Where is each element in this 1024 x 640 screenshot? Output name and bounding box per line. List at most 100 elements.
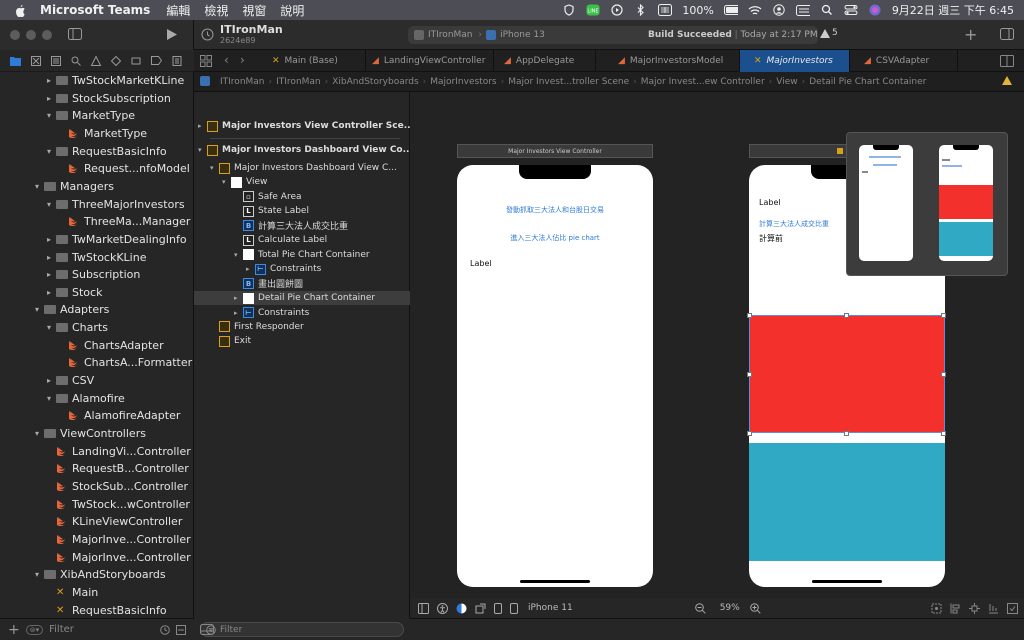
control-center-icon[interactable]: [844, 4, 858, 16]
outline-item[interactable]: L State Label: [234, 204, 309, 218]
related-items-icon[interactable]: [200, 55, 212, 67]
file-item[interactable]: KLineViewController: [44, 513, 182, 530]
outline-item[interactable]: L Calculate Label: [234, 233, 327, 247]
zoom-in-icon[interactable]: [749, 602, 761, 614]
jump-bar-segment[interactable]: Major Invest...troller Scene: [508, 77, 629, 87]
scheme-name[interactable]: ITIronMan: [428, 30, 473, 40]
play-circle-icon[interactable]: [610, 4, 624, 16]
file-item[interactable]: ThreeMa...Manager: [56, 213, 190, 230]
resize-handle[interactable]: [844, 313, 849, 318]
device-frame-icon[interactable]: [494, 602, 502, 614]
file-item[interactable]: MajorInve...Controller: [44, 531, 191, 548]
outline-item[interactable]: ▸ Detail Pie Chart Container: [194, 291, 410, 306]
disclosure-chevron-icon[interactable]: ▸: [44, 253, 54, 262]
minimap[interactable]: [846, 132, 1008, 276]
disclosure-chevron-icon[interactable]: ▸: [44, 94, 54, 103]
file-item[interactable]: AlamofireAdapter: [56, 407, 180, 424]
add-constraints-icon[interactable]: [968, 602, 980, 614]
resize-handle[interactable]: [747, 431, 752, 436]
app-menu[interactable]: Microsoft Teams: [40, 3, 150, 17]
source-control-filter-icon[interactable]: [176, 624, 186, 635]
fetch-data-button[interactable]: 發動抓取三大法人和台股日交易: [457, 205, 653, 215]
disclosure-chevron-icon[interactable]: ▾: [32, 429, 42, 438]
resolve-issues-icon[interactable]: [988, 603, 999, 614]
outline-item[interactable]: ▫ Safe Area: [234, 190, 302, 204]
run-destination[interactable]: iPhone 13: [500, 30, 545, 40]
menu-window[interactable]: 視窗: [242, 2, 266, 19]
spotlight-search-icon[interactable]: [820, 4, 834, 16]
resize-handle[interactable]: [844, 431, 849, 436]
run-button-icon[interactable]: [166, 28, 178, 41]
zoom-level[interactable]: 59%: [720, 603, 740, 613]
folder-item[interactable]: ▾ MarketType: [44, 107, 135, 124]
siri-icon[interactable]: [868, 4, 882, 16]
tab-major-investors[interactable]: ✕ MajorInvestors: [740, 50, 850, 72]
inspector-toggle-icon[interactable]: [1000, 28, 1014, 40]
jump-bar-segment[interactable]: Detail Pie Chart Container: [809, 77, 926, 87]
keyboard-icon[interactable]: [795, 4, 810, 16]
test-navigator-icon[interactable]: [111, 55, 121, 66]
jump-bar-segment[interactable]: View: [776, 77, 797, 87]
file-item[interactable]: ✕ RequestBasicInfo: [44, 602, 167, 619]
resize-handle[interactable]: [941, 372, 946, 377]
folder-item[interactable]: ▾ ThreeMajorInvestors: [44, 196, 185, 213]
menu-edit[interactable]: 編輯: [166, 2, 190, 19]
folder-item[interactable]: ▸ Subscription: [44, 266, 140, 283]
outline-item[interactable]: ▾ Total Pie Chart Container: [234, 248, 370, 262]
recent-files-icon[interactable]: [160, 624, 170, 635]
resize-handle[interactable]: [747, 313, 752, 318]
accessibility-icon[interactable]: [437, 602, 448, 614]
disclosure-chevron-icon[interactable]: ▸: [44, 288, 54, 297]
outline-filter-input[interactable]: Filter: [200, 622, 404, 637]
outline-item[interactable]: First Responder: [210, 320, 304, 334]
menu-view[interactable]: 檢視: [204, 2, 228, 19]
line-app-icon[interactable]: LINE: [586, 4, 600, 16]
minimap-scene1[interactable]: [859, 145, 913, 261]
minimap-scene2[interactable]: [939, 145, 993, 261]
folder-item[interactable]: ▸ TwMarketDealingInfo: [44, 231, 187, 248]
folder-item[interactable]: ▾ Adapters: [32, 301, 109, 318]
project-navigator-icon[interactable]: [10, 56, 21, 66]
disclosure-chevron-icon[interactable]: ▸: [234, 309, 243, 317]
disclosure-chevron-icon[interactable]: ▾: [44, 394, 54, 403]
resize-handle[interactable]: [747, 372, 752, 377]
symbol-navigator-icon[interactable]: [51, 55, 61, 66]
file-item[interactable]: ChartsAdapter: [56, 337, 164, 354]
apple-icon[interactable]: [14, 4, 26, 17]
embed-in-icon[interactable]: [1006, 602, 1018, 614]
folder-item[interactable]: ▸ TwStockMarketKLine: [44, 72, 184, 89]
view-controller-icon[interactable]: [837, 148, 843, 154]
bluetooth-icon[interactable]: [634, 4, 648, 16]
disclosure-chevron-icon[interactable]: ▾: [32, 305, 42, 314]
minimize-window-button[interactable]: [26, 30, 36, 40]
battery-icon[interactable]: [723, 4, 738, 16]
folder-item[interactable]: ▾ XibAndStoryboards: [32, 566, 166, 583]
menubar-clock[interactable]: 9月22日 週三 下午 6:45: [892, 2, 1014, 18]
outline-item[interactable]: B 計算三大法人成交比重: [234, 219, 348, 233]
outline-toggle-icon[interactable]: [418, 602, 429, 614]
folder-item[interactable]: ▸ CSV: [44, 372, 94, 389]
folder-item[interactable]: ▸ TwStockKLine: [44, 249, 147, 266]
outline-item[interactable]: ▸ ⊢ Constraints: [234, 306, 309, 320]
update-frames-icon[interactable]: [931, 603, 942, 614]
navigator-filter-input[interactable]: Filter: [49, 624, 154, 635]
appearance-icon[interactable]: [456, 603, 467, 614]
add-editor-icon[interactable]: [1000, 55, 1014, 67]
tab-app-delegate[interactable]: ◢ AppDelegate: [494, 50, 596, 72]
zoom-out-icon[interactable]: [694, 602, 706, 614]
storyboard-canvas[interactable]: Major Investors View Controller 發動抓取三大法人…: [410, 92, 1024, 618]
scheme-activity-bar[interactable]: ITIronMan › iPhone 13 Build Succeeded | …: [408, 26, 818, 44]
wifi-icon[interactable]: [748, 4, 762, 16]
resize-handle[interactable]: [941, 313, 946, 318]
folder-item[interactable]: ▾ ViewControllers: [32, 425, 146, 442]
warning-icon[interactable]: [1002, 76, 1012, 85]
tab-landing-view-controller[interactable]: ◢ LandingViewController: [366, 50, 494, 72]
total-pie-chart-container[interactable]: [749, 443, 945, 561]
outline-item[interactable]: ▾ Major Investors Dashboard View Co...: [198, 143, 413, 157]
disclosure-chevron-icon[interactable]: ▾: [210, 164, 219, 172]
jump-bar-segment[interactable]: Major Invest...ew Controller: [641, 77, 765, 87]
disclosure-chevron-icon[interactable]: ▾: [44, 111, 54, 120]
debug-navigator-icon[interactable]: [131, 56, 141, 66]
file-item[interactable]: TwStock...wController: [44, 496, 190, 513]
align-icon[interactable]: [950, 603, 961, 614]
